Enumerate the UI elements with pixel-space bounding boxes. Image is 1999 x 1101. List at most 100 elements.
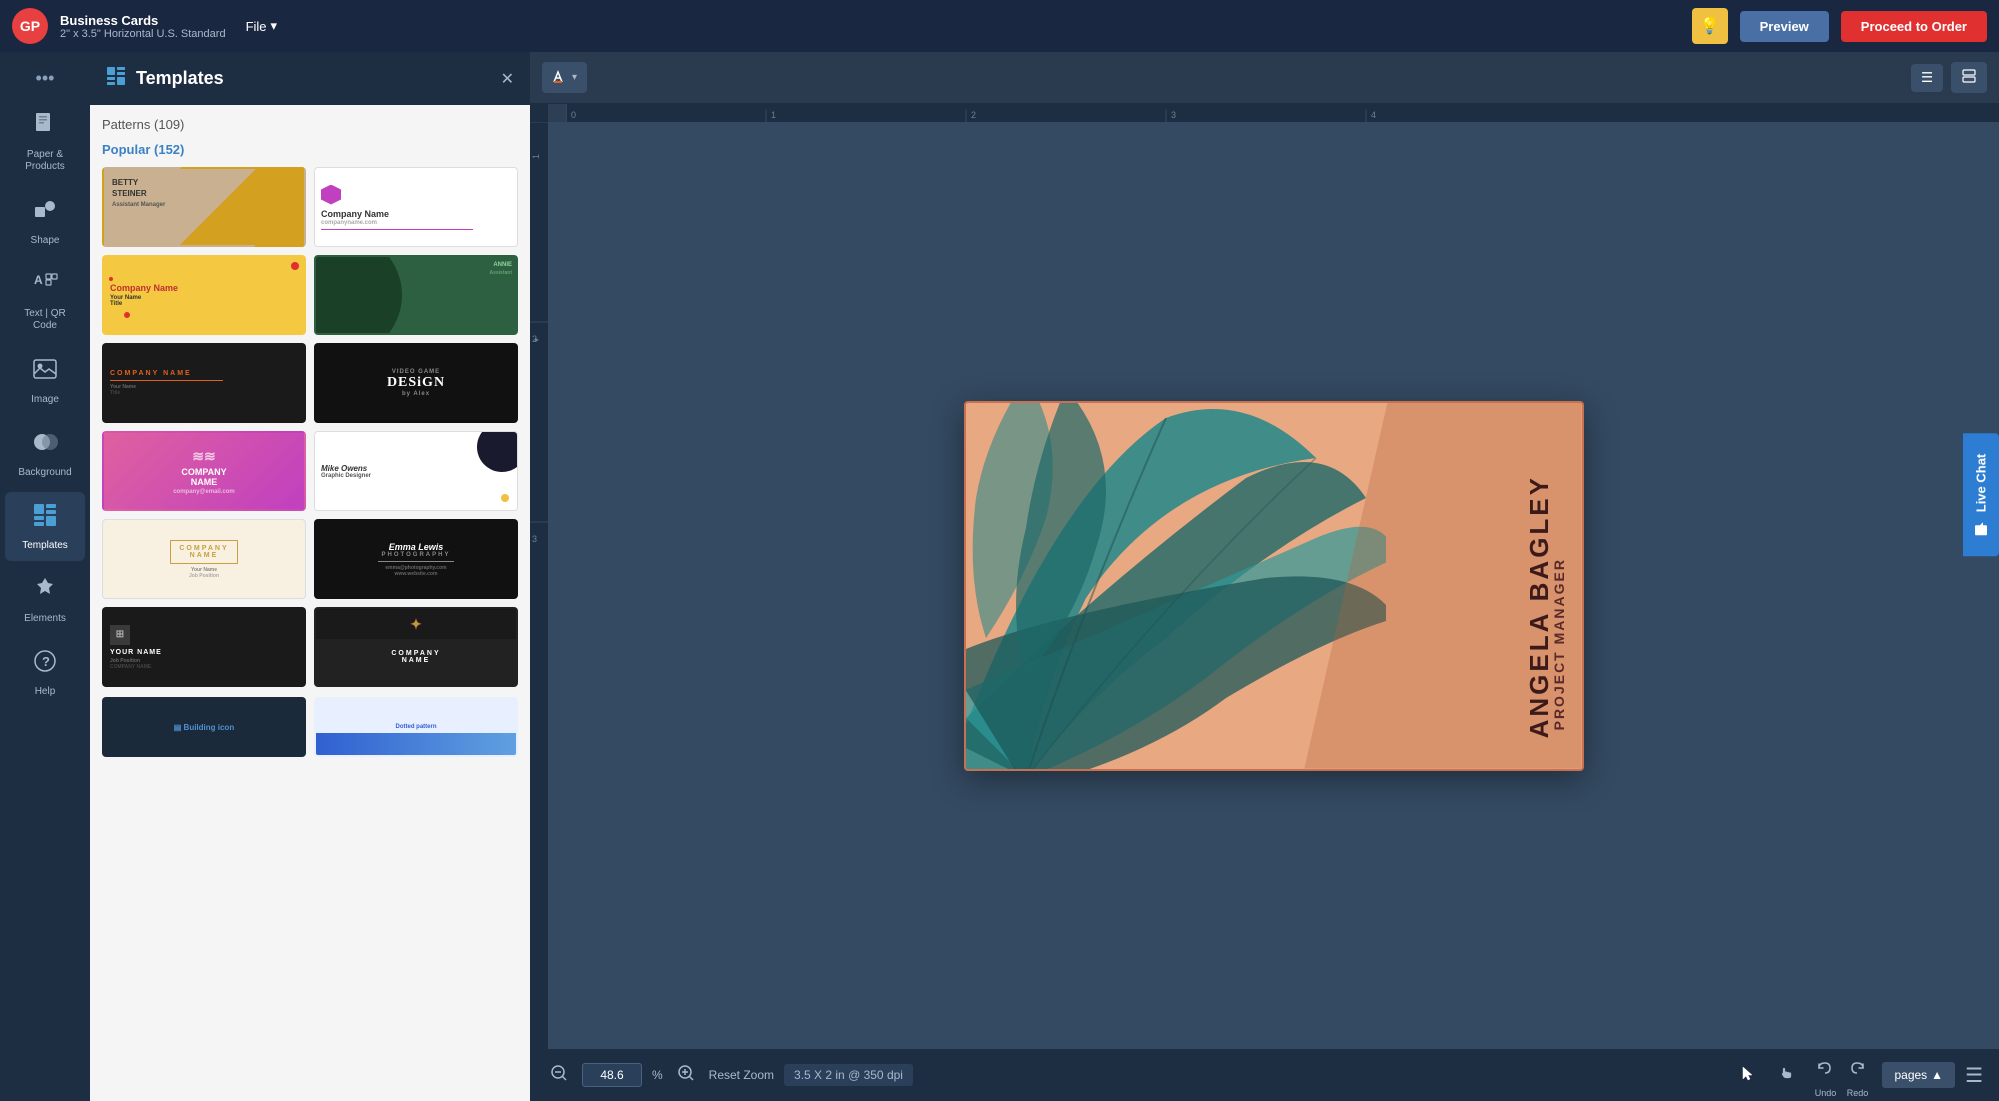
business-card-preview: ANGELA BAGLEY PROJECT MANAGER bbox=[964, 401, 1584, 771]
sidebar-label-image: Image bbox=[31, 394, 59, 405]
panel-title: Templates bbox=[136, 68, 491, 89]
bottombar-menu-icon: ☰ bbox=[1965, 1065, 1983, 1087]
hamburger-icon: ☰ bbox=[1921, 70, 1933, 86]
template-thumb[interactable]: Company Name Your Name Title bbox=[102, 255, 306, 335]
sidebar-label-background: Background bbox=[18, 467, 71, 478]
canvas-workspace: ANGELA BAGLEY PROJECT MANAGER bbox=[548, 122, 1999, 1049]
live-chat-icon bbox=[1973, 521, 1989, 537]
popular-section[interactable]: Popular (152) bbox=[102, 142, 518, 157]
fill-icon bbox=[552, 68, 568, 87]
sidebar-item-templates[interactable]: Templates bbox=[5, 492, 85, 561]
zoom-in-button[interactable] bbox=[673, 1060, 699, 1091]
shape-icon bbox=[32, 197, 58, 229]
sidebar-more[interactable]: ••• bbox=[28, 60, 63, 97]
canvas-toolbar: ▾ ☰ bbox=[530, 52, 1999, 104]
panel-close-button[interactable]: ✕ bbox=[501, 69, 514, 89]
template-thumb[interactable]: COMPANY NAME Your Name Job Position bbox=[102, 519, 306, 599]
template-thumb[interactable]: Dotted pattern bbox=[314, 697, 518, 757]
bottombar-menu-button[interactable]: ☰ bbox=[1965, 1063, 1983, 1088]
file-menu[interactable]: File ▾ bbox=[246, 18, 277, 34]
undo-button[interactable] bbox=[1810, 1053, 1840, 1088]
template-thumb[interactable]: ANNIE Assistant bbox=[314, 255, 518, 335]
hamburger-menu-button[interactable]: ☰ bbox=[1911, 64, 1943, 92]
dpi-label: 3.5 X 2 in @ 350 dpi bbox=[784, 1064, 913, 1086]
sidebar-item-image[interactable]: Image bbox=[5, 346, 85, 415]
preview-button[interactable]: Preview bbox=[1740, 11, 1829, 42]
undo-label: Undo bbox=[1815, 1088, 1837, 1098]
proceed-to-order-button[interactable]: Proceed to Order bbox=[1841, 11, 1987, 42]
card-name: ANGELA BAGLEY bbox=[1526, 475, 1552, 738]
main-layout: ••• Paper &Products Shape bbox=[0, 52, 1999, 1101]
sidebar-item-paper-products[interactable]: Paper &Products bbox=[5, 101, 85, 183]
live-chat-label: Live Chat bbox=[1974, 454, 1989, 513]
ruler-horizontal: 0 1 2 3 4 ▾ bbox=[566, 104, 1999, 122]
app-title: Business Cards bbox=[60, 13, 226, 28]
template-thumb[interactable]: Video Game DESiGN by Alex bbox=[314, 343, 518, 423]
svg-text:3: 3 bbox=[1171, 110, 1176, 120]
app-title-group: Business Cards 2" x 3.5" Horizontal U.S.… bbox=[60, 13, 226, 40]
light-button[interactable]: 💡 bbox=[1692, 8, 1728, 44]
panel-header-icon bbox=[106, 66, 126, 91]
live-chat-button[interactable]: Live Chat bbox=[1963, 434, 1999, 557]
text-qr-icon: A bbox=[32, 270, 58, 302]
ruler-vertical: 1 2 3 ▸ bbox=[530, 122, 548, 1049]
pages-button[interactable]: pages ▲ bbox=[1882, 1062, 1955, 1088]
template-thumb[interactable]: ✦ COMPANY NAME bbox=[314, 607, 518, 687]
sidebar-label-templates: Templates bbox=[22, 540, 68, 551]
svg-text:A: A bbox=[34, 273, 43, 287]
zoom-out-button[interactable] bbox=[546, 1060, 572, 1091]
background-icon bbox=[32, 429, 58, 461]
redo-label: Redo bbox=[1847, 1088, 1869, 1098]
reset-zoom-button[interactable]: Reset Zoom bbox=[709, 1068, 774, 1082]
workspace-wrapper: 1 2 3 ▸ bbox=[530, 122, 1999, 1049]
light-icon: 💡 bbox=[1700, 16, 1720, 36]
undo-redo-group: Undo Redo bbox=[1810, 1053, 1872, 1098]
templates-grid: BETTY STEINER Assistant Manager Company … bbox=[102, 167, 518, 687]
template-thumb[interactable]: BETTY STEINER Assistant Manager bbox=[102, 167, 306, 247]
templates-icon bbox=[32, 502, 58, 534]
sidebar-label-text-qr: Text | QRCode bbox=[24, 308, 66, 332]
icon-sidebar: ••• Paper &Products Shape bbox=[0, 52, 90, 1101]
canvas-area: ▾ ☰ bbox=[530, 52, 1999, 1101]
topbar: GP Business Cards 2" x 3.5" Horizontal U… bbox=[0, 0, 1999, 52]
canvas-toolbar-right: ☰ bbox=[1911, 62, 1987, 93]
patterns-section[interactable]: Patterns (109) bbox=[102, 117, 518, 132]
template-thumb[interactable]: Mike Owens Graphic Designer bbox=[314, 431, 518, 511]
layers-icon bbox=[1961, 68, 1977, 87]
panel-content: Patterns (109) Popular (152) BETTY STEIN… bbox=[90, 105, 530, 1101]
redo-button[interactable] bbox=[1842, 1053, 1872, 1088]
zoom-input[interactable]: 48.6 bbox=[582, 1063, 642, 1087]
fill-chevron-icon: ▾ bbox=[572, 72, 577, 83]
more-templates-grid: ▤ Building icon Dotted pattern bbox=[102, 697, 518, 757]
template-thumb[interactable]: ≋≋ COMPANY NAME company@email.com bbox=[102, 431, 306, 511]
paper-products-icon bbox=[32, 111, 58, 143]
fill-tool-button[interactable]: ▾ bbox=[542, 62, 587, 93]
hand-tool-button[interactable] bbox=[1772, 1059, 1800, 1092]
bottombar: 48.6 % Reset Zoom 3.5 X 2 in @ 350 dpi bbox=[530, 1049, 1999, 1101]
template-thumb[interactable]: ⊞ YOUR NAME Job Position COMPANY NAME bbox=[102, 607, 306, 687]
template-thumb[interactable]: ▤ Building icon bbox=[102, 697, 306, 757]
zoom-percent-label: % bbox=[652, 1068, 663, 1082]
sidebar-item-help[interactable]: ? Help bbox=[5, 638, 85, 707]
app-subtitle: 2" x 3.5" Horizontal U.S. Standard bbox=[60, 28, 226, 40]
sidebar-label-help: Help bbox=[35, 686, 56, 697]
sidebar-label-elements: Elements bbox=[24, 613, 66, 624]
help-icon: ? bbox=[32, 648, 58, 680]
sidebar-item-elements[interactable]: Elements bbox=[5, 565, 85, 634]
template-thumb[interactable]: COMPANY NAME Your Name Title bbox=[102, 343, 306, 423]
layers-button[interactable] bbox=[1951, 62, 1987, 93]
templates-panel: Templates ✕ Patterns (109) Popular (152)… bbox=[90, 52, 530, 1101]
sidebar-item-text-qr[interactable]: A Text | QRCode bbox=[5, 260, 85, 342]
template-thumb[interactable]: Company Name companyname.com bbox=[314, 167, 518, 247]
template-thumb[interactable]: Emma Lewis Photography emma@photography.… bbox=[314, 519, 518, 599]
cursor-tool-button[interactable] bbox=[1734, 1059, 1762, 1092]
svg-text:1: 1 bbox=[531, 154, 541, 159]
sidebar-item-background[interactable]: Background bbox=[5, 419, 85, 488]
svg-text:0: 0 bbox=[571, 110, 576, 120]
app-logo: GP bbox=[12, 8, 48, 44]
svg-text:2: 2 bbox=[971, 110, 976, 120]
sidebar-item-shape[interactable]: Shape bbox=[5, 187, 85, 256]
panel-header: Templates ✕ bbox=[90, 52, 530, 105]
elements-icon bbox=[32, 575, 58, 607]
svg-text:?: ? bbox=[42, 654, 50, 669]
